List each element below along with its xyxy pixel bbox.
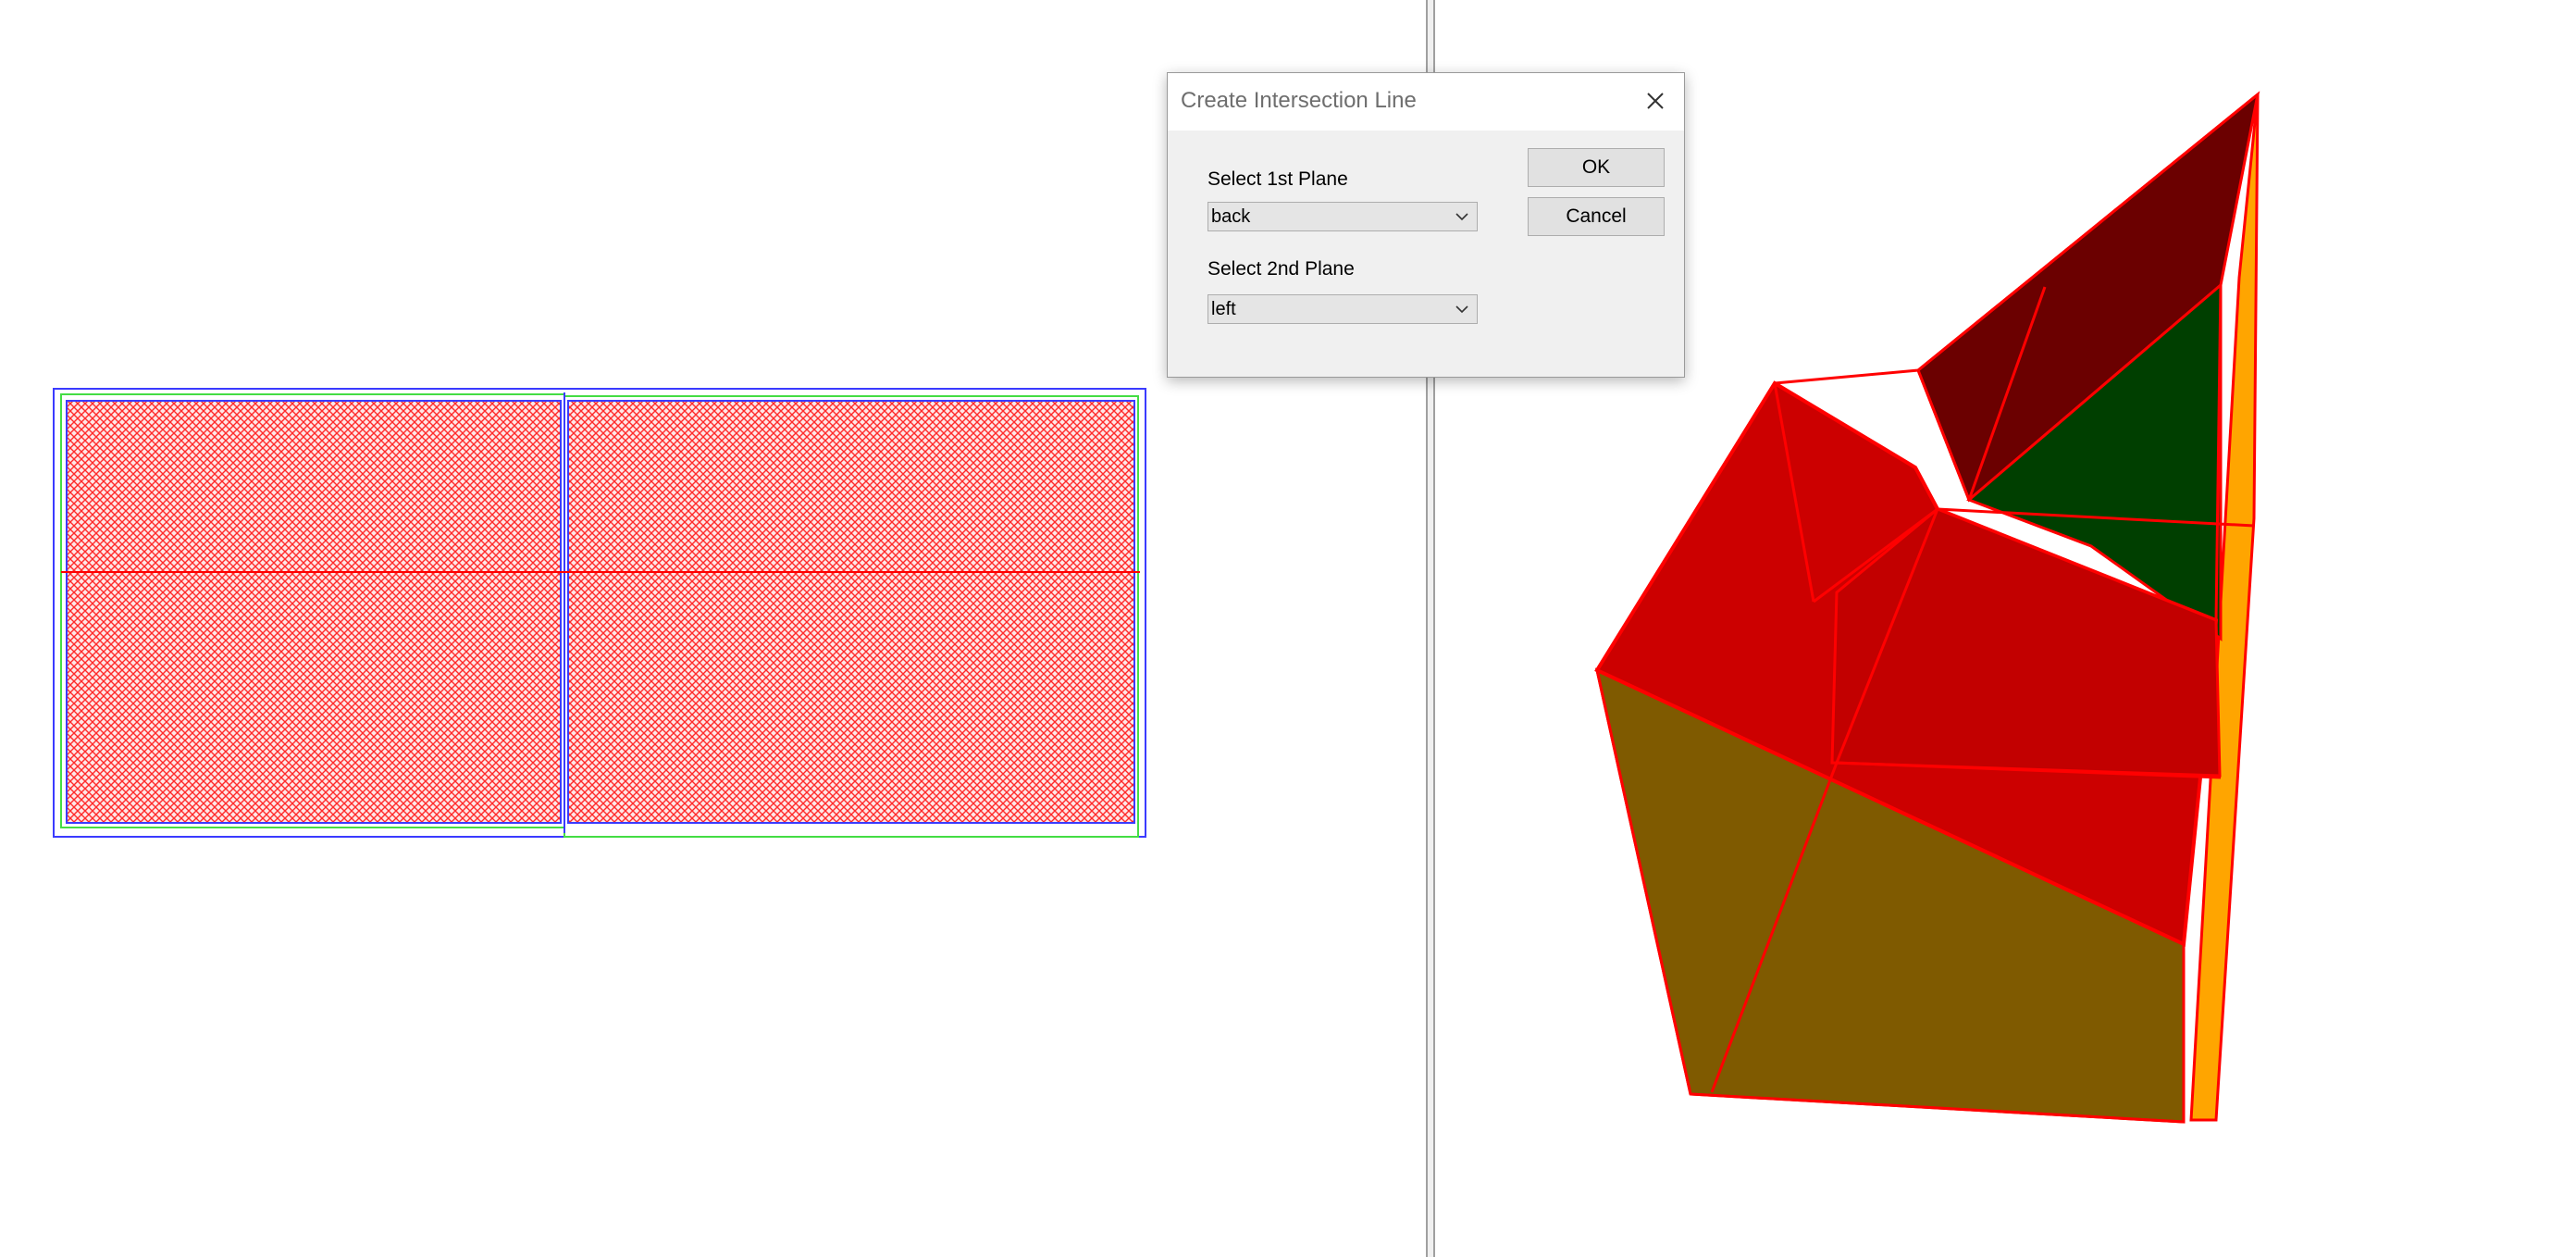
hatched-panel-left[interactable] [66, 400, 562, 824]
hatched-panel-right[interactable] [567, 400, 1135, 824]
first-plane-value: back [1211, 206, 1251, 227]
second-plane-select[interactable]: left [1208, 294, 1478, 324]
chevron-down-icon [1455, 213, 1468, 221]
ok-button[interactable]: OK [1528, 148, 1665, 187]
dialog-titlebar[interactable]: Create Intersection Line [1168, 73, 1684, 131]
second-plane-label: Select 2nd Plane [1208, 258, 1355, 280]
first-plane-label: Select 1st Plane [1208, 168, 1348, 190]
create-intersection-line-dialog[interactable]: Create Intersection Line Select 1st Plan… [1167, 72, 1685, 378]
second-plane-value: left [1211, 299, 1236, 319]
dialog-title: Create Intersection Line [1181, 88, 1417, 113]
cancel-button[interactable]: Cancel [1528, 197, 1665, 236]
close-icon[interactable] [1641, 87, 1669, 115]
first-plane-select[interactable]: back [1208, 202, 1478, 231]
chevron-down-icon [1455, 305, 1468, 314]
